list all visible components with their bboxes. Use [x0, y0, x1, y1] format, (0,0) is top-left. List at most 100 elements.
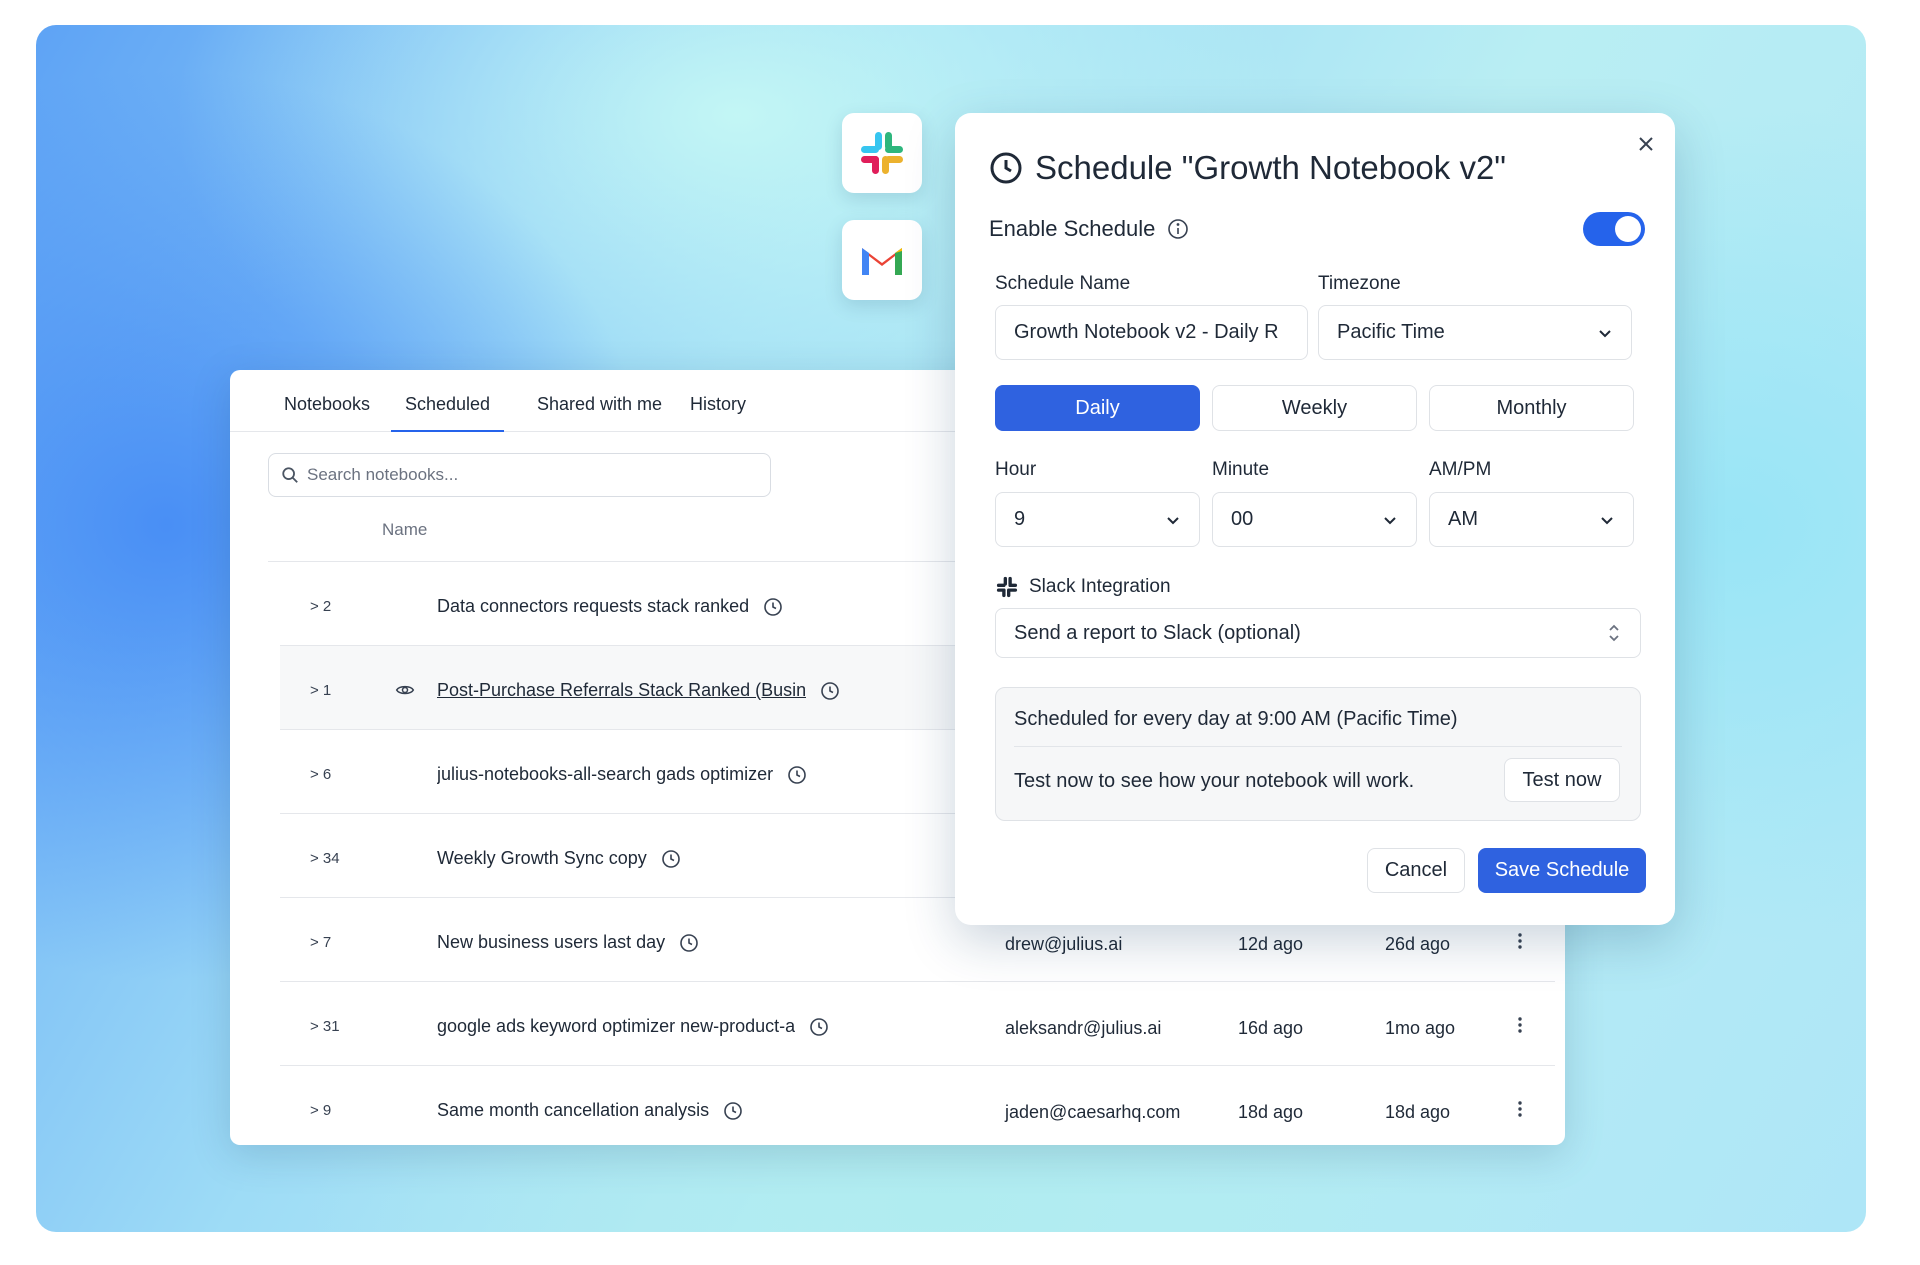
schedule-name-value: Growth Notebook v2 - Daily R — [1014, 321, 1279, 343]
kebab-menu-icon[interactable] — [1510, 1015, 1530, 1035]
chevron-down-icon — [1599, 329, 1611, 337]
hour-label: Hour — [995, 459, 1037, 480]
clock-icon — [680, 933, 698, 952]
ampm-select[interactable]: AM — [1429, 492, 1634, 547]
row-created: 26d ago — [1385, 934, 1451, 954]
hour-select[interactable]: 9 — [995, 492, 1200, 547]
clock-icon — [990, 152, 1022, 184]
row-expand-count[interactable]: > 31 — [310, 1018, 340, 1035]
row-title-link[interactable]: Post-Purchase Referrals Stack Ranked (Bu… — [437, 680, 840, 701]
clock-icon — [821, 681, 839, 700]
kebab-menu-icon[interactable] — [1510, 931, 1530, 951]
toggle-knob — [1615, 216, 1641, 242]
chevron-updown-icon — [1609, 624, 1619, 642]
slack-integration-text: Slack Integration — [1029, 576, 1171, 597]
row-title-text: New business users last day — [437, 932, 666, 952]
schedule-dialog: Schedule "Growth Notebook v2" Enable Sch… — [955, 113, 1675, 925]
enable-schedule-row: Enable Schedule — [989, 216, 1189, 242]
schedule-summary-text: Scheduled for every day at 9:00 AM (Paci… — [1014, 708, 1458, 730]
row-created: 18d ago — [1385, 1102, 1451, 1122]
row-title-text: Same month cancellation analysis — [437, 1100, 710, 1120]
tab-notebooks[interactable]: Notebooks — [270, 394, 384, 432]
clock-icon — [810, 1017, 828, 1036]
row-title[interactable]: google ads keyword optimizer new-product… — [437, 1016, 829, 1037]
ampm-label: AM/PM — [1429, 459, 1492, 480]
chevron-down-icon — [1384, 516, 1396, 524]
row-created: 1mo ago — [1385, 1018, 1456, 1038]
clock-icon — [764, 597, 782, 616]
slack-icon — [996, 576, 1018, 598]
summary-divider — [1014, 746, 1622, 747]
search-icon — [282, 467, 298, 483]
row-owner: aleksandr@julius.ai — [1005, 1018, 1162, 1038]
tab-shared-with-me[interactable]: Shared with me — [523, 394, 676, 432]
row-owner: drew@julius.ai — [1005, 934, 1123, 954]
row-expand-count[interactable]: > 6 — [310, 766, 331, 783]
timezone-value: Pacific Time — [1337, 321, 1445, 343]
enable-schedule-toggle[interactable] — [1583, 212, 1645, 246]
row-title-text: Post-Purchase Referrals Stack Ranked (Bu… — [437, 680, 807, 700]
clock-icon — [788, 765, 806, 784]
row-modified: 16d ago — [1238, 1018, 1304, 1038]
row-title-text: julius-notebooks-all-search gads optimiz… — [437, 764, 774, 784]
clock-icon — [724, 1101, 742, 1120]
frequency-daily-button[interactable]: Daily — [995, 385, 1200, 431]
minute-select[interactable]: 00 — [1212, 492, 1417, 547]
enable-schedule-label: Enable Schedule — [989, 216, 1156, 241]
slack-app-tile — [842, 113, 922, 193]
eye-icon — [395, 685, 415, 695]
hour-value: 9 — [1014, 508, 1026, 530]
search-box — [268, 453, 771, 497]
slack-logo-icon — [861, 132, 903, 174]
row-expand-count[interactable]: > 34 — [310, 850, 340, 867]
timezone-label: Timezone — [1318, 273, 1401, 294]
row-modified: 18d ago — [1238, 1102, 1304, 1122]
table-row[interactable]: > 9 Same month cancellation analysis jad… — [280, 1066, 1555, 1145]
row-title[interactable]: Weekly Growth Sync copy — [437, 848, 681, 869]
clock-icon — [661, 849, 680, 868]
row-owner: jaden@caesarhq.com — [1005, 1102, 1181, 1122]
dialog-title: Schedule "Growth Notebook v2" — [989, 149, 1506, 187]
info-icon[interactable] — [1167, 218, 1189, 240]
slack-report-select[interactable]: Send a report to Slack (optional) — [995, 608, 1641, 658]
test-now-button[interactable]: Test now — [1504, 758, 1620, 802]
table-row[interactable]: > 31 google ads keyword optimizer new-pr… — [280, 982, 1555, 1066]
tab-scheduled[interactable]: Scheduled — [391, 394, 505, 432]
slack-report-value: Send a report to Slack (optional) — [1014, 621, 1301, 644]
row-title[interactable]: Same month cancellation analysis — [437, 1100, 743, 1121]
test-now-hint: Test now to see how your notebook will w… — [1014, 770, 1415, 792]
close-icon[interactable] — [1637, 135, 1655, 153]
column-header-name[interactable]: Name — [382, 520, 427, 540]
row-title[interactable]: julius-notebooks-all-search gads optimiz… — [437, 764, 807, 785]
gmail-app-tile — [842, 220, 922, 300]
row-expand-count[interactable]: > 9 — [310, 1102, 331, 1119]
chevron-down-icon — [1601, 516, 1613, 524]
schedule-name-input[interactable]: Growth Notebook v2 - Daily R — [995, 305, 1308, 360]
row-expand-count[interactable]: > 1 — [310, 682, 331, 699]
minute-value: 00 — [1231, 508, 1254, 530]
frequency-monthly-button[interactable]: Monthly — [1429, 385, 1634, 431]
dialog-title-text: Schedule "Growth Notebook v2" — [1035, 149, 1507, 186]
row-modified: 12d ago — [1238, 934, 1304, 954]
row-title-text: google ads keyword optimizer new-product… — [437, 1016, 796, 1036]
ampm-value: AM — [1448, 508, 1478, 530]
row-expand-count[interactable]: > 7 — [310, 934, 331, 951]
schedule-name-label: Schedule Name — [995, 273, 1131, 294]
slack-integration-label: Slack Integration — [995, 575, 1171, 599]
row-expand-count[interactable]: > 2 — [310, 598, 331, 615]
minute-label: Minute — [1212, 459, 1270, 480]
timezone-select[interactable]: Pacific Time — [1318, 305, 1632, 360]
row-title-text: Data connectors requests stack ranked — [437, 596, 750, 616]
gmail-logo-icon — [862, 248, 902, 275]
kebab-menu-icon[interactable] — [1510, 1099, 1530, 1119]
cancel-button[interactable]: Cancel — [1367, 848, 1465, 893]
save-schedule-button[interactable]: Save Schedule — [1478, 848, 1646, 893]
row-title-text: Weekly Growth Sync copy — [437, 848, 647, 868]
row-title[interactable]: Data connectors requests stack ranked — [437, 596, 783, 617]
chevron-down-icon — [1167, 516, 1179, 524]
tab-history[interactable]: History — [676, 394, 760, 432]
frequency-weekly-button[interactable]: Weekly — [1212, 385, 1417, 431]
schedule-summary: Scheduled for every day at 9:00 AM (Paci… — [995, 687, 1641, 821]
row-title[interactable]: New business users last day — [437, 932, 699, 953]
search-input[interactable] — [307, 465, 747, 485]
